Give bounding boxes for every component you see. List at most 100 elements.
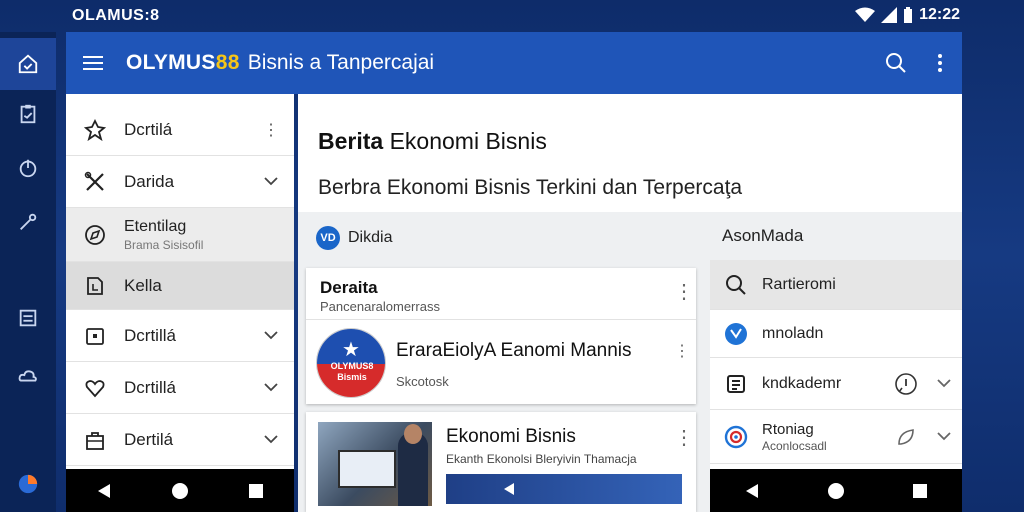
nav-item-sublabel: Brama Sisisofil [124,237,204,252]
list-icon [19,309,37,327]
rail-avatar-button[interactable] [0,458,56,510]
right-item-label: kndkademr [762,374,842,392]
logo-text: OLYMUS8 Bismis [330,361,374,382]
rail-clipboard-button[interactable] [0,88,56,140]
article-thumbnail [318,422,432,506]
card-header: Deraita Pancenaralomerrass ⋮ [306,268,696,320]
navigation-rail [0,32,56,512]
rail-cloud-button[interactable] [0,350,56,402]
chevron-down-icon[interactable] [926,379,962,388]
document-icon [66,275,124,297]
hamburger-icon [83,56,103,70]
status-carrier: OLAMUS:8 [72,7,160,24]
more-vert-icon[interactable]: ⋮ [674,282,694,302]
right-item-2[interactable]: mnoladn [710,310,962,358]
chevron-down-icon[interactable] [248,435,294,444]
search-icon [886,53,906,73]
nav-item-label: Dcrtillá [124,325,176,345]
page-title: Berita Ekonomi Bisnis [318,128,547,155]
cloud-icon [18,370,37,382]
avatar-icon [18,474,38,494]
back-icon [746,483,758,498]
home-button[interactable] [160,469,200,512]
power-icon [19,159,37,178]
status-indicators: 12:22 [855,6,960,24]
app-brand: OLYMUS88 [126,51,240,75]
chevron-down-icon[interactable] [248,331,294,340]
right-item-1[interactable]: Rartieromi [710,260,962,310]
overflow-menu-button[interactable] [918,32,962,94]
nav-item-2[interactable]: Darida [66,156,294,208]
compass-icon [66,224,124,246]
nav-item-label: Dcrtilá [124,119,173,139]
right-item-label: Rtoniag [762,420,814,438]
nav-item-4[interactable]: Kella [66,262,294,310]
clipboard-icon [20,104,36,124]
nav-item-6[interactable]: Dcrtillá [66,362,294,414]
source-label: Dikdia [348,229,393,246]
right-item-label: mnoladn [762,324,824,342]
heart-icon [66,377,124,399]
more-vert-icon[interactable]: ⋮ [674,344,690,360]
recents-button[interactable] [236,469,276,512]
chevron-down-icon[interactable] [248,383,294,392]
source-badge-icon: VD [316,226,340,250]
chevron-down-icon[interactable] [926,432,962,441]
card-title: Ekonomi Bisnis [446,426,576,447]
battery-icon [904,7,913,23]
rail-power-button[interactable] [0,142,56,194]
news-card[interactable]: Ekonomi Bisnis Ekanth Ekonolsi Bleryivin… [306,412,696,512]
page-title-rest: Ekonomi Bisnis [383,128,547,154]
leaf-icon[interactable] [886,426,926,448]
rail-tools-button[interactable] [0,196,56,248]
home-circle-icon [828,482,844,499]
home-button[interactable] [816,469,856,512]
rail-list-button[interactable] [0,292,56,344]
search-button[interactable] [874,32,918,94]
menu-button[interactable] [66,32,120,94]
back-button[interactable] [732,469,772,512]
right-item-text: Rtoniag Aconlocsadl [762,421,886,453]
recents-button[interactable] [900,469,940,512]
card-title: Deraita [320,278,378,297]
recents-icon [249,483,263,498]
right-item-3[interactable]: kndkademr [710,358,962,410]
appbar-actions [874,32,962,94]
rail-home-button[interactable] [0,38,56,90]
bag-icon [66,429,124,451]
more-vert-icon[interactable]: ⋮ [674,428,694,448]
main-content: Berita Ekonomi Bisnis Berbra Ekonomi Bis… [298,94,962,512]
system-nav-bar-left [66,469,294,512]
cross-tools-icon [66,171,124,193]
signal-icon [881,7,898,23]
source-row[interactable]: VD Dikdia [316,226,392,250]
home-icon [18,54,38,74]
back-button[interactable] [84,469,124,512]
status-time: 12:22 [919,6,960,23]
nav-item-5[interactable]: Dcrtillá [66,310,294,362]
app-subtitle: Bisnis a Tanpercajai [247,51,435,74]
news-card[interactable]: Deraita Pancenaralomerrass ⋮ ★ OLYMUS8 B… [306,268,696,404]
info-icon[interactable] [886,372,926,396]
nav-item-3[interactable]: Etentilag Brama Sisisofil [66,208,294,262]
card-subtitle: Pancenaralomerrass [320,299,440,314]
right-item-label: Rartieromi [762,275,836,293]
nav-item-7[interactable]: Dertilá [66,414,294,466]
system-nav-bar-right [710,469,962,512]
back-icon [98,483,110,498]
twitter-bird-icon [710,322,762,346]
wrench-icon [20,213,37,230]
home-circle-icon [172,482,188,499]
star-icon: ★ [342,339,360,361]
right-item-4[interactable]: Rtoniag Aconlocsadl [710,410,962,464]
play-back-icon [504,483,514,495]
chevron-down-icon[interactable] [248,177,294,186]
more-vert-icon[interactable]: ⋮ [248,120,294,140]
nav-item-1[interactable]: Dcrtilá ⋮ [66,104,294,156]
play-bar[interactable] [446,474,682,504]
brand-number: 88 [215,51,240,74]
more-vert-icon [938,54,942,72]
brand-text: OLYMUS [126,51,216,74]
card-meta: Skcotosk [396,374,449,389]
folder-icon [66,325,124,347]
